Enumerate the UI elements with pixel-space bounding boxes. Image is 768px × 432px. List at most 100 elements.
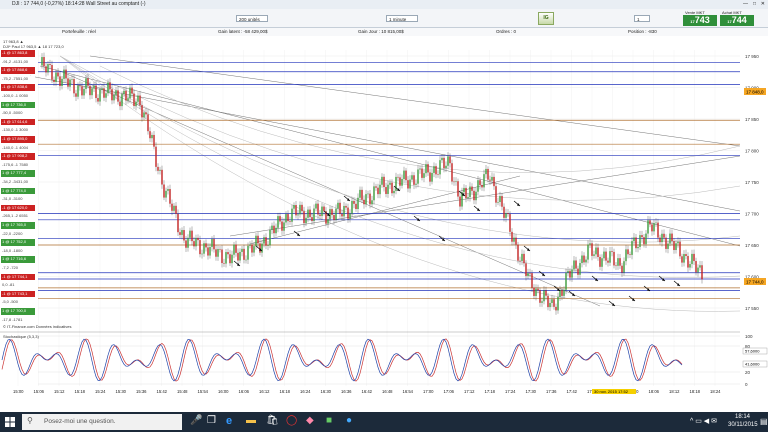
candle-body [89,85,91,96]
taskbar-search-input[interactable]: Posez-moi une question. [22,414,182,430]
store-icon[interactable]: 🛍 [266,415,279,426]
candle-body [103,88,105,98]
candle-body [339,202,341,214]
order-panel-item[interactable]: -1 @ 17 838,6 [1,84,35,91]
time-tick-label: 16:12 [259,389,270,394]
candle-body [199,240,201,255]
candle-body [329,209,331,220]
order-panel-item[interactable]: -1 @ 17 744,1 [1,273,35,281]
candle-body [637,246,639,249]
order-panel-item[interactable]: 1 @ 17 777,4 [1,170,35,177]
candle-body [211,239,213,247]
maximize-icon[interactable]: □ [753,1,756,7]
candle-body [403,170,405,180]
candle-body [553,299,555,307]
sell-button[interactable]: 17743 [683,15,717,26]
candle-body [537,288,539,291]
order-panel-item[interactable]: 1 @ 17 765,0 [1,222,35,229]
opera-icon[interactable]: ◯ [286,415,297,426]
quantity-field[interactable]: 1 [634,15,650,22]
order-panel-item[interactable]: 1 @ 17 736,0 [1,101,35,109]
mic-icon[interactable]: 🎤 [190,415,202,426]
order-panel-item[interactable]: 1 @ 17 774,0 [1,187,35,195]
candle-body [291,208,293,222]
candle-body [215,249,217,257]
close-icon[interactable]: ✕ [761,1,765,7]
file-explorer-icon[interactable]: ▬ [246,415,256,426]
candle-body [679,241,681,257]
windows-start-icon[interactable] [5,417,15,427]
order-panel-item[interactable]: 1 @ 17 716,6 [1,256,35,263]
candle-body [335,208,337,221]
task-view-icon[interactable]: ❐ [207,415,216,426]
order-panel-item[interactable]: -1 @ 17 743,1 [1,290,35,298]
candle-body [623,261,625,273]
candle-body [241,248,243,252]
order-panel-item[interactable]: -1 @ 17 908,2 [1,153,35,160]
tray-icons[interactable]: ^ ▭ ◀ ✉ [690,417,717,425]
candle-body [75,93,77,97]
interval-select[interactable]: 1 minute [386,15,418,22]
candle-body [355,203,357,209]
price-tick-label: 17 700 [745,212,759,217]
order-panel-item: -100,0 -1 0050 [1,93,35,100]
candle-body [385,187,387,194]
order-panel-item[interactable]: -1 @ 17 868,6 [1,67,35,74]
candle-body [677,241,679,244]
app-logo: IG [538,12,554,25]
candle-body [243,248,245,260]
candle-body [235,244,237,253]
candle-body [69,79,71,87]
price-chart[interactable]: 10080200 17 963,8 ▲ DJI* Paul 17 963,5 ▲… [0,36,768,394]
candle-body [381,176,383,185]
edge-browser-icon[interactable]: e [226,415,232,427]
candle-body [41,57,43,66]
candle-body [121,94,123,107]
candle-body [483,174,485,188]
candle-body [361,189,363,200]
order-panel-item: -34,2 -3431,00 [1,179,35,186]
candle-body [599,257,601,267]
candle-body [157,166,159,171]
order-panel-item[interactable]: -1 @ 17 620,0 [1,204,35,212]
units-select[interactable]: 200 unités [236,15,268,22]
candle-body [137,95,139,102]
candle-body [65,69,67,79]
candle-body [313,208,315,222]
minimize-icon[interactable]: — [743,1,748,7]
candle-body [97,98,99,102]
app-icon-blue[interactable]: ● [346,415,352,426]
order-panel-item[interactable]: -1 @ 17 895,0 [1,136,35,143]
candle-body [83,88,85,96]
candle-body [179,232,181,235]
candle-body [77,85,79,97]
candle-body [565,272,567,290]
candle-body [171,203,173,211]
candle-body [429,172,431,182]
notifications-icon[interactable]: ▤ [760,417,768,426]
app-icon-green[interactable]: ■ [326,415,332,426]
candle-body [513,237,515,242]
order-panel: -1 @ 17 863,8 -91,2 -4131,00 -1 @ 17 868,6… [0,36,38,324]
order-panel-item[interactable]: -1 @ 17 863,8 [1,50,35,57]
candle-body [603,251,605,259]
time-tick-label: 16:54 [403,389,414,394]
time-tick-label: 15:30 [116,389,127,394]
candle-body [649,220,651,225]
order-panel-item[interactable]: -1 @ 17 614,6 [1,118,35,126]
order-panel-item: -91,2 -4131,00 [1,58,35,66]
order-panel-item[interactable]: 1 @ 17 752,0 [1,239,35,246]
candle-body [109,82,111,90]
candle-body [681,256,683,263]
app-icon-pink[interactable]: ◆ [306,415,314,426]
candle-body [563,289,565,296]
sell-price: 743 [694,15,710,25]
candle-body [547,295,549,308]
candle-body [95,85,97,99]
candle-body [585,259,587,263]
candle-body [431,172,433,182]
candle-body [267,245,269,246]
candle-body [419,168,421,170]
buy-button[interactable]: 17744 [720,15,754,26]
order-panel-item[interactable]: 1 @ 17 700,0 [1,308,35,315]
